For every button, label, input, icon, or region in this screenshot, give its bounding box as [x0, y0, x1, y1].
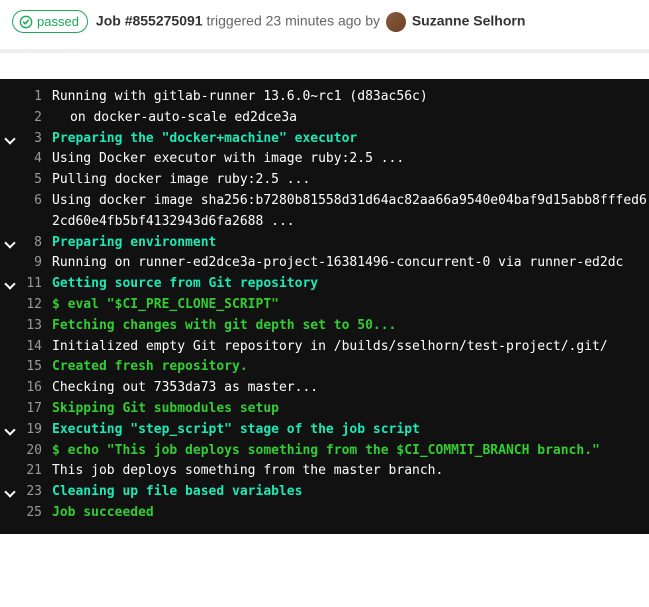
log-text: $ echo "This job deploys something from … — [52, 441, 649, 462]
log-line: 16Checking out 7353da73 as master... — [0, 378, 649, 399]
log-text: Created fresh repository. — [52, 357, 649, 378]
log-line: 20$ echo "This job deploys something fro… — [0, 441, 649, 462]
status-badge[interactable]: passed — [12, 10, 88, 33]
log-text: Preparing the "docker+machine" executor — [52, 129, 649, 150]
line-number: 8 — [20, 233, 52, 254]
job-trigger-text: triggered 23 minutes ago by — [206, 12, 383, 28]
collapse-toggle — [0, 461, 20, 463]
line-number: 6 — [20, 191, 52, 212]
line-number: 9 — [20, 253, 52, 274]
collapse-toggle — [0, 295, 20, 297]
job-header: passed Job #855275091 triggered 23 minut… — [0, 0, 649, 43]
log-text: $ eval "$CI_PRE_CLONE_SCRIPT" — [52, 295, 649, 316]
collapse-toggle — [0, 191, 20, 193]
separator — [0, 49, 649, 53]
log-text: Pulling docker image ruby:2.5 ... — [52, 170, 649, 191]
log-line: 2on docker-auto-scale ed2dce3a — [0, 108, 649, 129]
collapse-toggle — [0, 337, 20, 339]
line-number: 17 — [20, 399, 52, 420]
line-number: 4 — [20, 149, 52, 170]
status-badge-label: passed — [37, 14, 79, 29]
log-line: 6Using docker image sha256:b7280b81558d3… — [0, 191, 649, 233]
collapse-toggle[interactable] — [0, 274, 20, 294]
log-text: on docker-auto-scale ed2dce3a — [52, 108, 649, 129]
collapse-toggle — [0, 149, 20, 151]
log-text: Job succeeded — [52, 503, 649, 524]
collapse-toggle — [0, 441, 20, 443]
log-line: 13Fetching changes with git depth set to… — [0, 316, 649, 337]
line-number: 21 — [20, 461, 52, 482]
collapse-toggle — [0, 357, 20, 359]
collapse-toggle — [0, 253, 20, 255]
log-line: 25Job succeeded — [0, 503, 649, 524]
log-section-header[interactable]: 8Preparing environment — [0, 233, 649, 254]
chevron-down-icon — [6, 486, 14, 499]
collapse-toggle — [0, 170, 20, 172]
log-line: 15Created fresh repository. — [0, 357, 649, 378]
author-name[interactable]: Suzanne Selhorn — [412, 12, 526, 28]
collapse-toggle — [0, 316, 20, 318]
job-title: Job #855275091 — [96, 12, 203, 28]
collapse-toggle[interactable] — [0, 129, 20, 149]
log-section-header[interactable]: 3Preparing the "docker+machine" executor — [0, 129, 649, 150]
log-line: 4Using Docker executor with image ruby:2… — [0, 149, 649, 170]
log-text: Getting source from Git repository — [52, 274, 649, 295]
line-number: 19 — [20, 420, 52, 441]
line-number: 25 — [20, 503, 52, 524]
line-number: 16 — [20, 378, 52, 399]
collapse-toggle — [0, 108, 20, 110]
log-line: 21This job deploys something from the ma… — [0, 461, 649, 482]
log-line: 14Initialized empty Git repository in /b… — [0, 337, 649, 358]
line-number: 11 — [20, 274, 52, 295]
log-text: Initialized empty Git repository in /bui… — [52, 337, 649, 358]
line-number: 2 — [20, 108, 52, 129]
chevron-down-icon — [6, 278, 14, 291]
log-text: Skipping Git submodules setup — [52, 399, 649, 420]
log-line: 9Running on runner-ed2dce3a-project-1638… — [0, 253, 649, 274]
log-text: Preparing environment — [52, 233, 649, 254]
log-line: 17Skipping Git submodules setup — [0, 399, 649, 420]
log-text: Checking out 7353da73 as master... — [52, 378, 649, 399]
collapse-toggle — [0, 503, 20, 505]
line-number: 15 — [20, 357, 52, 378]
log-text: Using docker image sha256:b7280b81558d31… — [52, 191, 649, 233]
log-line: 5Pulling docker image ruby:2.5 ... — [0, 170, 649, 191]
log-section-header[interactable]: 23Cleaning up file based variables — [0, 482, 649, 503]
chevron-down-icon — [6, 133, 14, 146]
collapse-toggle[interactable] — [0, 482, 20, 502]
line-number: 1 — [20, 87, 52, 108]
check-circle-icon — [19, 15, 33, 29]
chevron-down-icon — [6, 424, 14, 437]
log-text: Cleaning up file based variables — [52, 482, 649, 503]
job-log[interactable]: 1Running with gitlab-runner 13.6.0~rc1 (… — [0, 79, 649, 534]
log-text: This job deploys something from the mast… — [52, 461, 649, 482]
line-number: 12 — [20, 295, 52, 316]
line-number: 13 — [20, 316, 52, 337]
job-title-wrap: Job #855275091 triggered 23 minutes ago … — [96, 12, 525, 32]
collapse-toggle — [0, 87, 20, 89]
line-number: 23 — [20, 482, 52, 503]
log-text: Executing "step_script" stage of the job… — [52, 420, 649, 441]
chevron-down-icon — [6, 237, 14, 250]
log-line: 12$ eval "$CI_PRE_CLONE_SCRIPT" — [0, 295, 649, 316]
line-number: 20 — [20, 441, 52, 462]
log-section-header[interactable]: 19Executing "step_script" stage of the j… — [0, 420, 649, 441]
log-line: 1Running with gitlab-runner 13.6.0~rc1 (… — [0, 87, 649, 108]
collapse-toggle — [0, 399, 20, 401]
log-section-header[interactable]: 11Getting source from Git repository — [0, 274, 649, 295]
log-text: Using Docker executor with image ruby:2.… — [52, 149, 649, 170]
collapse-toggle[interactable] — [0, 420, 20, 440]
line-number: 14 — [20, 337, 52, 358]
collapse-toggle[interactable] — [0, 233, 20, 253]
collapse-toggle — [0, 378, 20, 380]
log-text: Running with gitlab-runner 13.6.0~rc1 (d… — [52, 87, 649, 108]
line-number: 3 — [20, 129, 52, 150]
line-number: 5 — [20, 170, 52, 191]
avatar[interactable] — [386, 12, 406, 32]
log-text: Running on runner-ed2dce3a-project-16381… — [52, 253, 649, 274]
log-text: Fetching changes with git depth set to 5… — [52, 316, 649, 337]
